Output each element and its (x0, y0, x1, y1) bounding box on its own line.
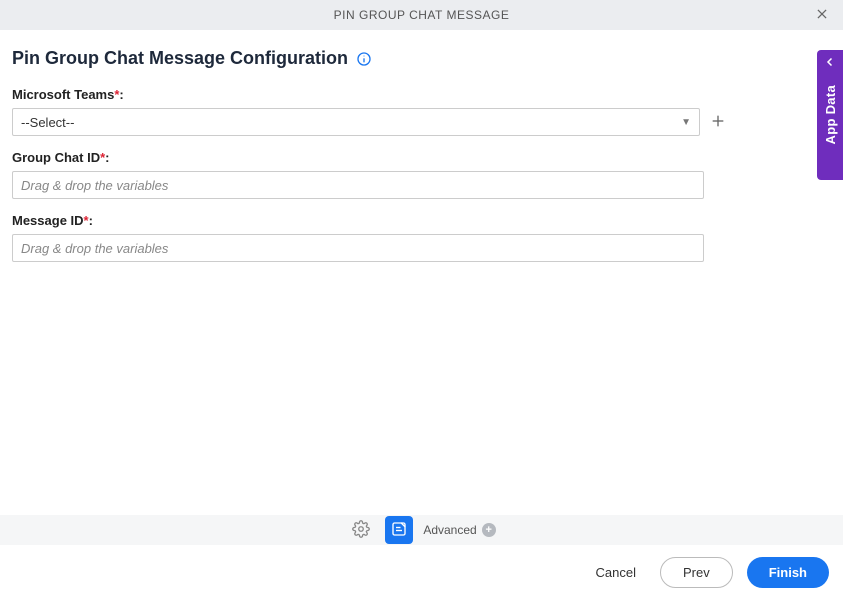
finish-button[interactable]: Finish (747, 557, 829, 588)
page-title: Pin Group Chat Message Configuration (12, 48, 348, 69)
groupchat-label: Group Chat ID*: (12, 150, 712, 165)
teams-select-row: --Select-- ▼ (12, 108, 712, 136)
cancel-button[interactable]: Cancel (586, 559, 646, 586)
field-group-chat-id: Group Chat ID*: (12, 150, 712, 199)
settings-button[interactable] (347, 516, 375, 544)
groupchat-input[interactable] (12, 171, 704, 199)
plus-icon (710, 113, 726, 132)
message-label-text: Message ID (12, 213, 84, 228)
add-connection-button[interactable] (710, 112, 726, 132)
field-microsoft-teams: Microsoft Teams*: --Select-- ▼ (12, 87, 712, 136)
message-input[interactable] (12, 234, 704, 262)
gear-icon (352, 520, 370, 541)
advanced-toggle[interactable]: Advanced + (423, 523, 495, 537)
titlebar-title: PIN GROUP CHAT MESSAGE (334, 8, 510, 22)
prev-button[interactable]: Prev (660, 557, 733, 588)
colon: : (105, 150, 109, 165)
titlebar: PIN GROUP CHAT MESSAGE (0, 0, 843, 30)
close-icon (815, 7, 829, 24)
caret-down-icon: ▼ (681, 117, 691, 128)
page-body: Pin Group Chat Message Configuration Mic… (0, 30, 843, 262)
groupchat-label-text: Group Chat ID (12, 150, 100, 165)
colon: : (89, 213, 93, 228)
app-data-panel-toggle[interactable]: App Data (817, 50, 843, 180)
field-message-id: Message ID*: (12, 213, 712, 262)
message-label: Message ID*: (12, 213, 712, 228)
footer: Cancel Prev Finish (0, 552, 843, 592)
chevron-left-icon (824, 56, 836, 71)
close-button[interactable] (811, 4, 833, 26)
bottom-toolbar: Advanced + (0, 515, 843, 545)
teams-label: Microsoft Teams*: (12, 87, 712, 102)
teams-label-text: Microsoft Teams (12, 87, 114, 102)
note-icon (390, 520, 408, 541)
page-title-row: Pin Group Chat Message Configuration (12, 48, 831, 69)
advanced-label: Advanced (423, 523, 476, 537)
colon: : (119, 87, 123, 102)
teams-select[interactable]: --Select-- ▼ (12, 108, 700, 136)
info-icon[interactable] (356, 51, 372, 67)
app-data-label: App Data (823, 85, 838, 144)
teams-select-value: --Select-- (21, 115, 74, 130)
plus-circle-icon: + (482, 523, 496, 537)
note-button[interactable] (385, 516, 413, 544)
